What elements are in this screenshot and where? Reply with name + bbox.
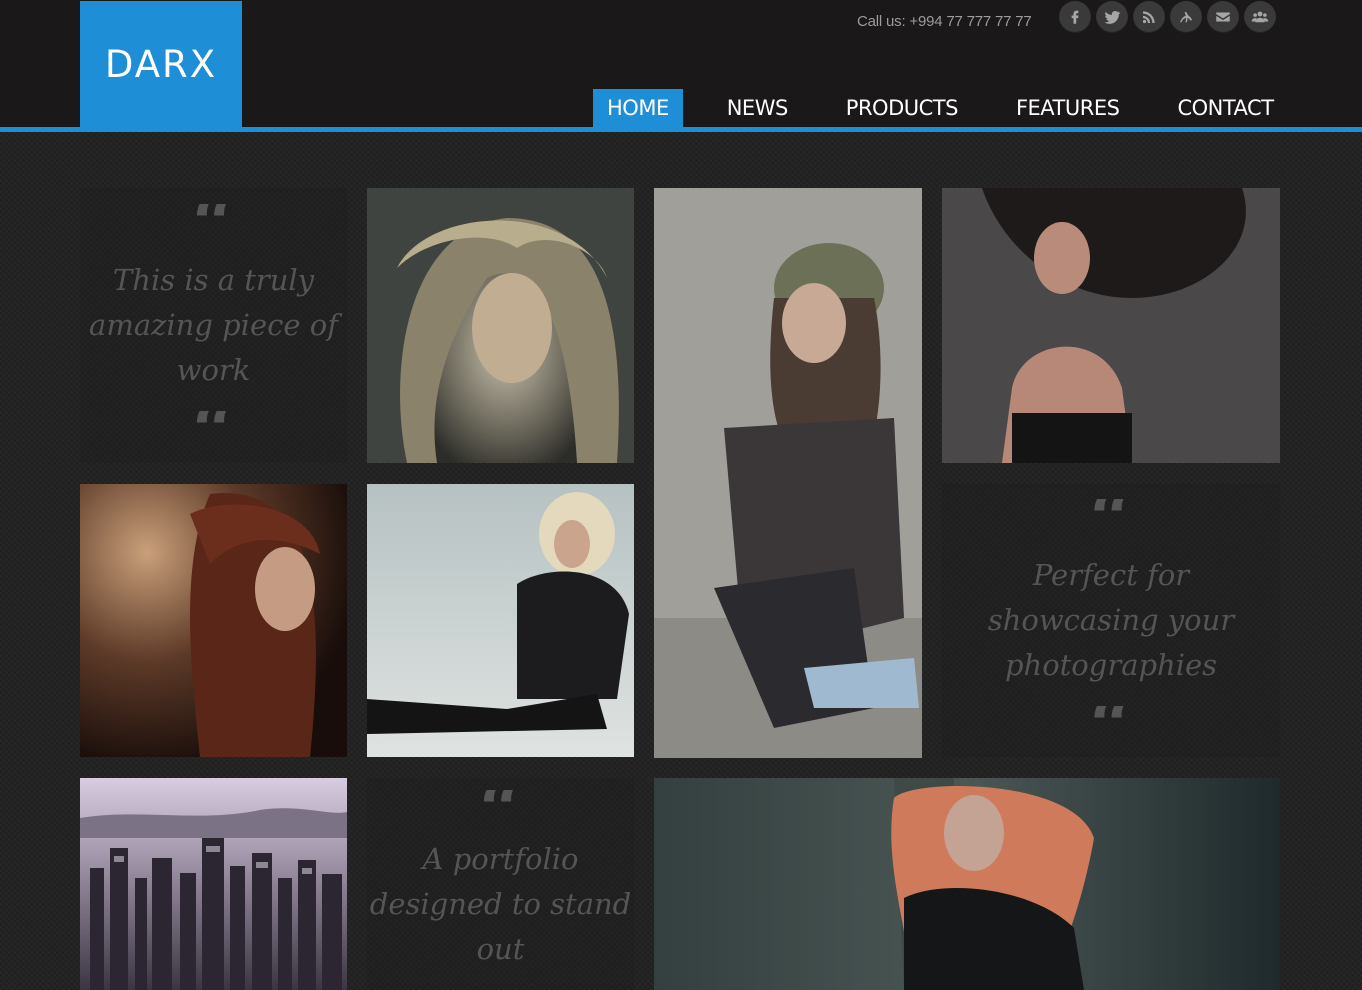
quote-open-icon: “: [1089, 499, 1133, 535]
blonde-seated-photo: [367, 484, 634, 757]
quote-tile-2: “ Perfect for showcasing your photograph…: [942, 484, 1280, 757]
email-icon[interactable]: [1207, 1, 1239, 33]
portrait-photo: [367, 188, 634, 463]
quote-text: A portfolio designed to stand out: [369, 842, 632, 966]
group-icon[interactable]: [1244, 1, 1276, 33]
photo-tile-6[interactable]: [80, 778, 347, 990]
quote-text: This is a truly amazing piece of work: [89, 263, 338, 387]
call-us-text: Call us: +994 77 777 77 77: [857, 13, 1032, 30]
quote-tile-3: “ A portfolio designed to stand out: [367, 778, 634, 990]
seated-woman-photo: [654, 188, 922, 758]
nav-contact[interactable]: CONTACT: [1163, 89, 1287, 127]
social-links: [1059, 1, 1276, 35]
nav-products[interactable]: PRODUCTS: [832, 89, 972, 127]
quote-text: Perfect for showcasing your photographie…: [987, 558, 1235, 682]
rss-icon[interactable]: [1133, 1, 1165, 33]
redhead-photo: [654, 778, 1280, 990]
quote-close-icon: “: [192, 411, 236, 447]
nav-home[interactable]: HOME: [593, 89, 683, 127]
quote-tile-1: “ This is a truly amazing piece of work …: [80, 188, 347, 463]
logo[interactable]: DARX: [80, 1, 242, 127]
photo-tile-1[interactable]: [367, 188, 634, 463]
quote-open-icon: “: [192, 204, 236, 240]
quote-open-icon: “: [479, 790, 523, 815]
facebook-icon[interactable]: [1059, 1, 1091, 33]
nav-features[interactable]: FEATURES: [1002, 89, 1133, 127]
photo-tile-3[interactable]: [942, 188, 1280, 463]
copper-hair-photo: [80, 484, 347, 757]
main-nav: HOME NEWS PRODUCTS FEATURES CONTACT: [593, 89, 1288, 127]
photo-tile-5[interactable]: [367, 484, 634, 757]
quote-close-icon: “: [1089, 706, 1133, 742]
nav-news[interactable]: NEWS: [713, 89, 802, 127]
city-skyline-photo: [80, 778, 347, 990]
photo-tile-2[interactable]: [654, 188, 922, 758]
dribbble-icon[interactable]: [1170, 1, 1202, 33]
photo-tile-7[interactable]: [654, 778, 1280, 990]
photo-tile-4[interactable]: [80, 484, 347, 757]
header-accent-line: [0, 127, 1362, 132]
flowing-hair-photo: [942, 188, 1280, 463]
twitter-icon[interactable]: [1096, 1, 1128, 33]
